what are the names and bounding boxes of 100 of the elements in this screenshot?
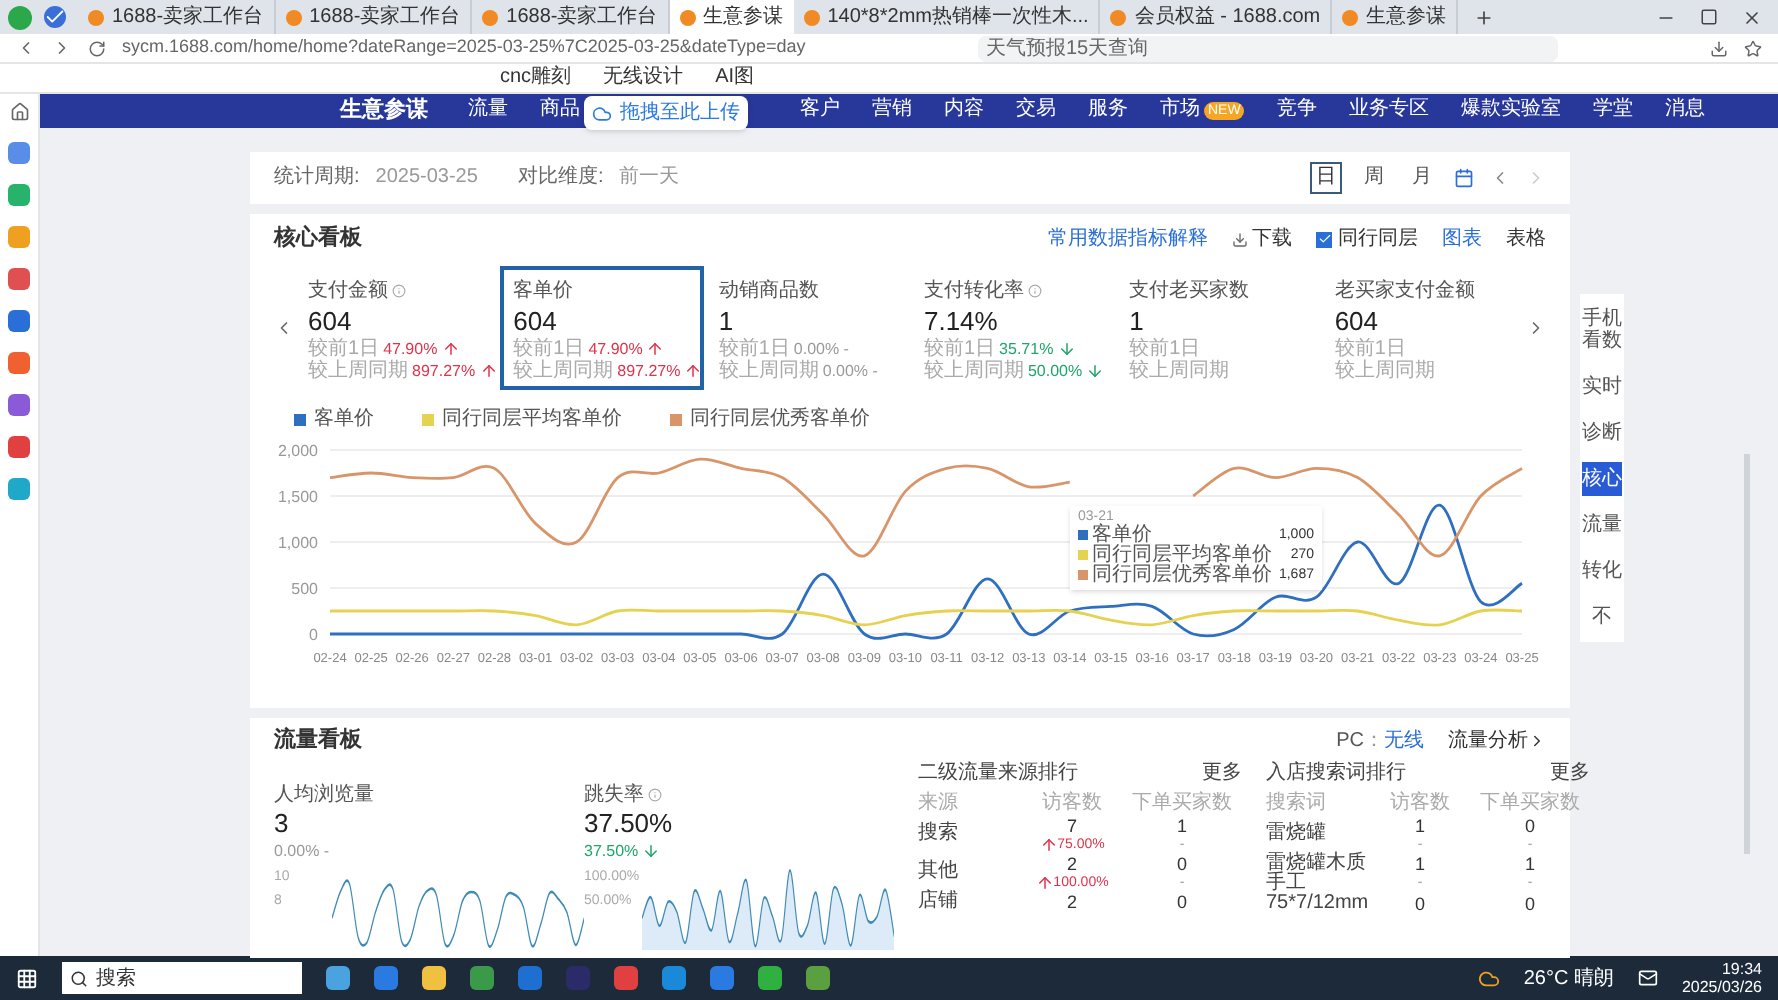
maximize-icon[interactable] xyxy=(1700,8,1718,26)
chevron-right-icon[interactable] xyxy=(1528,732,1546,750)
range-tab[interactable]: 月 xyxy=(1406,161,1438,193)
comparison-label: 较前1日 xyxy=(513,337,585,359)
favicon-icon xyxy=(88,9,104,25)
device-option[interactable]: PC xyxy=(1336,726,1364,756)
browser-tab[interactable]: 140*8*2mm热销棒一次性木... xyxy=(793,0,1101,34)
url-field[interactable]: sycm.1688.com/home/home?dateRange=2025-03-25%7C2025-03-25&dateType=day xyxy=(122,34,962,62)
download-icon[interactable] xyxy=(1710,39,1728,57)
new-tab-icon[interactable] xyxy=(1474,7,1495,27)
download-icon[interactable] xyxy=(1232,231,1248,247)
app-icon[interactable] xyxy=(662,966,686,990)
bookmark-link[interactable]: 无线设计 xyxy=(603,68,684,88)
table-view-link[interactable]: 表格 xyxy=(1506,224,1546,254)
favicon-icon xyxy=(679,9,696,25)
side-tool-button[interactable]: 实时 xyxy=(1582,370,1622,404)
app-icon[interactable] xyxy=(8,268,30,290)
app-icon[interactable] xyxy=(422,966,446,990)
metric-card[interactable]: 支付转化率 7.14% 较前1日 35.71% 较上周同期 50.00% xyxy=(909,265,1116,389)
weather-text[interactable]: 26°C 晴朗 xyxy=(1523,963,1614,993)
more-link[interactable]: 更多 xyxy=(1550,758,1590,788)
nav-item[interactable]: 交易 xyxy=(1016,100,1056,121)
metric-card[interactable]: 客单价 604 较前1日 47.90% 较上周同期 897.27% xyxy=(499,265,705,389)
browser-tab[interactable]: 生意参谋 xyxy=(669,0,794,34)
nav-item[interactable]: 服务 xyxy=(1088,100,1128,121)
metric-value: 7.14% xyxy=(923,303,1000,337)
cloud-icon xyxy=(592,103,612,123)
legend-label[interactable]: 同行同层平均客单价 xyxy=(442,409,622,429)
nav-item[interactable]: 消息 xyxy=(1664,100,1705,121)
side-tool-button[interactable]: 手机看数 xyxy=(1582,302,1622,358)
bookmark-link[interactable]: AI图 xyxy=(715,68,755,88)
metric-card[interactable]: 支付金额 604 较前1日 47.90% 较上周同期 897.27% xyxy=(294,265,500,389)
metric-value: 1 xyxy=(718,303,736,337)
chart-view-link[interactable]: 图表 xyxy=(1442,224,1482,254)
metric-card[interactable]: 动销商品数 1 较前1日 0.00% - 较上周同期 0.00% - xyxy=(704,265,910,389)
nav-item[interactable]: 客户 xyxy=(800,100,840,121)
app-icon[interactable] xyxy=(806,966,830,990)
nav-item[interactable]: 竞争 xyxy=(1276,100,1317,121)
column-header: 访客数 xyxy=(1388,791,1452,815)
app-icon[interactable] xyxy=(470,966,494,990)
weather-icon xyxy=(1477,967,1500,989)
comparison-value: 50.00% xyxy=(1027,359,1083,381)
side-tool-button[interactable]: 不 xyxy=(1582,600,1622,634)
check-icon[interactable] xyxy=(44,6,66,28)
app-icon[interactable] xyxy=(326,966,350,990)
nav-item[interactable]: 业务专区 xyxy=(1348,100,1429,121)
nav-item[interactable]: 爆款实验室 xyxy=(1460,100,1561,121)
analysis-link[interactable]: 流量分析 xyxy=(1448,726,1528,756)
clock-date[interactable]: 2025/03/26 xyxy=(1681,978,1762,996)
favicon-icon xyxy=(1110,9,1127,25)
metric-card[interactable]: 老买家支付金额 604 较前1日 较上周同期 xyxy=(1320,265,1526,389)
app-icon[interactable] xyxy=(374,966,398,990)
more-link[interactable]: 更多 xyxy=(1202,758,1242,788)
panel-title: 流量看板 xyxy=(274,725,362,757)
explain-link[interactable]: 常用数据指标解释 xyxy=(1048,224,1208,254)
metric-label: 老买家支付金额 xyxy=(1334,279,1475,303)
app-icon[interactable] xyxy=(758,966,782,990)
taskbar-search-field[interactable]: 搜索 xyxy=(62,962,302,994)
app-icon[interactable] xyxy=(8,394,30,416)
nav-item[interactable]: 市场 xyxy=(1160,100,1200,121)
download-link[interactable]: 下载 xyxy=(1252,224,1292,254)
calendar-icon[interactable] xyxy=(1454,167,1474,187)
mail-icon[interactable] xyxy=(1637,968,1658,988)
nav-item[interactable]: 流量 xyxy=(468,100,508,121)
nav-item[interactable]: 学堂 xyxy=(1592,100,1633,121)
metric-label: 跳失率 xyxy=(584,783,644,807)
start-icon[interactable] xyxy=(16,967,38,989)
search-field[interactable]: 天气预报15天查询 xyxy=(978,35,1558,61)
nav-item[interactable]: 内容 xyxy=(944,100,984,121)
upload-badge[interactable]: 拖拽至此上传 xyxy=(584,96,748,130)
device-option[interactable]: 无线 xyxy=(1384,726,1424,756)
app-icon[interactable] xyxy=(8,436,30,458)
range-tab[interactable]: 周 xyxy=(1358,161,1390,193)
nav-item[interactable]: 商品 xyxy=(540,100,580,121)
reload-icon[interactable] xyxy=(88,39,106,57)
side-tool-button[interactable]: 转化 xyxy=(1582,554,1622,588)
column-header: 下单买家数 xyxy=(1478,791,1582,815)
clock-time[interactable]: 19:34 xyxy=(1721,960,1762,978)
app-icon[interactable] xyxy=(710,966,734,990)
side-tool-button[interactable]: 流量 xyxy=(1582,508,1622,542)
metric-value: 37.50% xyxy=(584,807,675,839)
close-icon[interactable] xyxy=(1742,7,1762,27)
legend-label[interactable]: 同行同层优秀客单价 xyxy=(690,409,870,429)
comparison-value: 37.50% xyxy=(584,839,639,861)
side-tool-button[interactable]: 诊断 xyxy=(1582,416,1622,450)
logo[interactable]: 生意参谋 xyxy=(340,94,428,127)
browser-tab[interactable]: 1688-卖家工作台 xyxy=(275,0,473,34)
nav-item[interactable]: 营销 xyxy=(872,100,912,121)
star-icon[interactable] xyxy=(1744,39,1762,57)
period-value: 2025-03-25 xyxy=(375,164,478,192)
metric-card[interactable]: 支付老买家数 1 较前1日 较上周同期 xyxy=(1115,265,1321,389)
home-icon[interactable] xyxy=(9,102,29,122)
checkbox[interactable] xyxy=(1316,231,1332,247)
app-icon[interactable] xyxy=(8,310,30,332)
checkbox-label[interactable]: 同行同层 xyxy=(1338,224,1418,254)
side-tool-button[interactable]: 核心 xyxy=(1582,462,1622,496)
range-tab[interactable]: 日 xyxy=(1310,161,1342,193)
browser-logo-icon[interactable] xyxy=(8,5,32,29)
bookmark-link[interactable]: cnc雕刻 xyxy=(500,68,572,88)
legend-label[interactable]: 客单价 xyxy=(314,409,374,429)
